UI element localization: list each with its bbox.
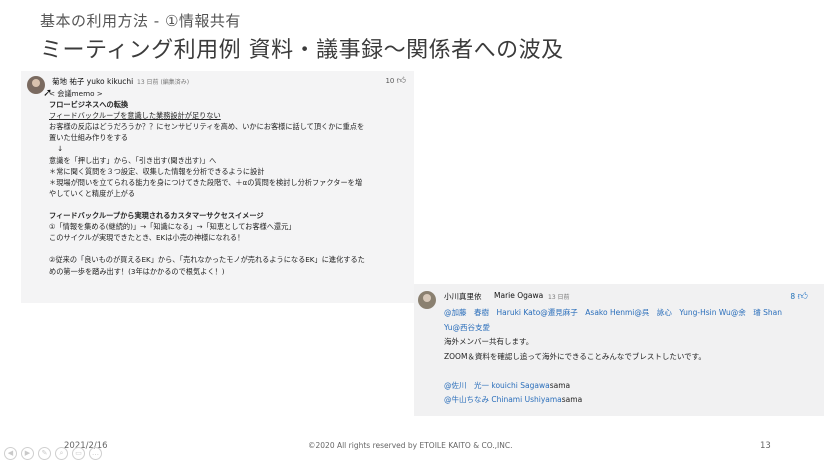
reply-text: 海外メンバー共有します。: [444, 337, 534, 346]
mention-list[interactable]: @加藤 春樹 Haruki Kato@遷見麻子 Asako Henmi@呉 詠心…: [444, 306, 814, 321]
avatar[interactable]: [418, 291, 436, 309]
mention-line: @牛山ちなみ Chinami Ushiyamasama: [444, 393, 814, 408]
like-count: 10: [385, 77, 395, 85]
post-line: お客様の反応はどうだろうか？？にセンサビリティを高め、いかにお客様に話して頂くか…: [49, 122, 365, 132]
post-card: ➚ 菊地 祐子 yuko kikuchi 13 日前 (編集済み) 10 👍︎ …: [21, 71, 414, 303]
post-line: ＊常に聞く質問を３つ設定、収集した情報を分析できるように設計: [49, 166, 265, 176]
post-line: 置いた仕組み作りをする: [49, 133, 129, 143]
post-heading: フロービジネスへの転換: [49, 100, 129, 110]
mention[interactable]: @佐川 光一 kouichi Sagawa: [444, 381, 550, 390]
pen-icon[interactable]: ✎: [38, 447, 51, 460]
mention-suffix: sama: [549, 380, 571, 390]
mention-list[interactable]: Yu@西谷支愛: [444, 321, 814, 336]
reply-meta: 13 日前: [548, 294, 570, 301]
mention-line: @佐川 光一 kouichi Sagawasama: [444, 379, 814, 394]
post-likes[interactable]: 10 👍︎: [385, 76, 406, 86]
post-line: このサイクルが実現できたとき、EKは小売の神様になれる！: [49, 233, 245, 243]
search-icon[interactable]: ⌕: [55, 447, 68, 460]
post-line: ＊現場が問いを立てられる能力を身につけてきた段階で、＋αの質問を検討し分析ファク…: [49, 177, 363, 187]
reply-text: ZOOM＆資料を確認し追って海外にできることみんなでブレストしたいです。: [444, 351, 706, 361]
thumbs-up-icon[interactable]: 👍︎: [798, 291, 808, 302]
slide-subtitle: 基本の利用方法 - ①情報共有: [40, 12, 241, 30]
reply-body: @加藤 春樹 Haruki Kato@遷見麻子 Asako Henmi@呉 詠心…: [444, 306, 814, 408]
post-line: ②従来の「良いものが買えるEK」から、「売れなかったモノが売れるようになるEK」…: [49, 255, 365, 265]
next-icon[interactable]: ▶: [21, 447, 34, 460]
down-arrow: ↓: [57, 144, 64, 154]
more-icon[interactable]: …: [89, 447, 102, 460]
prev-icon[interactable]: ◀: [4, 447, 17, 460]
footer-copyright: ©2020 All rights reserved by ETOILE KAIT…: [308, 441, 513, 450]
post-line: < 会議memo >: [49, 89, 103, 98]
post-line: めの第一歩を踏み出す！(3年はかかるので根気よく！): [49, 266, 225, 276]
reply-author-en[interactable]: Marie Ogawa: [494, 291, 543, 300]
post-author[interactable]: 菊地 祐子 yuko kikuchi: [52, 76, 133, 87]
like-count: 8: [790, 292, 796, 301]
post-line: 意識を「押し出す」から、「引き出す(聞き出す)」へ: [49, 155, 217, 165]
thumbs-up-icon[interactable]: 👍︎: [397, 76, 406, 86]
page-number: 13: [760, 441, 771, 451]
slide-title: ミーティング利用例 資料・議事録～関係者への波及: [40, 38, 564, 63]
mention-suffix: sama: [561, 395, 583, 404]
mention[interactable]: @牛山ちなみ Chinami Ushiyama: [444, 395, 562, 404]
reply-likes[interactable]: 8 👍︎: [790, 290, 808, 302]
slides-icon[interactable]: ▭: [72, 447, 85, 460]
post-line: やしていくと精度が上がる: [49, 188, 136, 198]
post-heading: フィードバックループから実現されるカスタマーサクセスイメージ: [49, 211, 264, 221]
post-body: < 会議memo > フロービジネスへの転換 フィードバックループを意識した業務…: [49, 88, 407, 277]
post-line: フィードバックループを意識した業務設計が足りない: [49, 111, 221, 121]
post-line: ①「情報を集める(継続的)」→「知識になる」→「知恵としてお客様へ還元」: [49, 222, 296, 232]
reply-author[interactable]: 小川真里依: [444, 291, 482, 302]
reply-card: 小川真里依 Marie Ogawa 13 日前 8 👍︎ @加藤 春樹 Haru…: [414, 284, 824, 416]
post-meta: 13 日前 (編集済み): [137, 79, 190, 86]
